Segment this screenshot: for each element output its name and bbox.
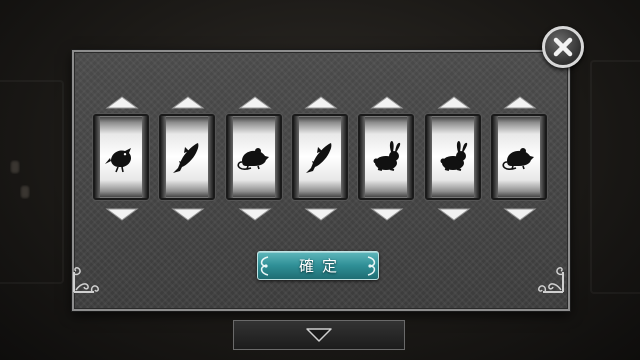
button-ornament-icon <box>260 256 269 276</box>
reel-up-arrow-icon[interactable] <box>503 96 537 109</box>
background-cabinet-panel <box>0 80 64 284</box>
reel-up-arrow-icon[interactable] <box>304 96 338 109</box>
rat-icon <box>237 148 269 170</box>
corner-ornament-icon <box>73 267 99 293</box>
reel-up-arrow-icon[interactable] <box>105 96 139 109</box>
rat-icon <box>502 148 534 170</box>
reel-1[interactable] <box>93 114 149 200</box>
rabbit-icon <box>373 141 401 171</box>
fish-icon <box>173 143 199 173</box>
reel-down-arrow-icon[interactable] <box>105 208 139 221</box>
hide-panel-button[interactable] <box>233 320 405 350</box>
chevron-down-icon <box>306 328 332 342</box>
reel-2[interactable] <box>159 114 216 200</box>
reel-down-arrow-icon[interactable] <box>238 208 272 221</box>
reel-7[interactable] <box>490 114 547 200</box>
confirm-button[interactable]: 確定 <box>257 251 379 280</box>
close-x-icon <box>553 37 573 57</box>
close-button[interactable] <box>542 26 584 68</box>
background-knob <box>20 185 30 199</box>
reel-5[interactable] <box>358 114 415 200</box>
fish-icon <box>305 143 332 173</box>
reel-down-arrow-icon[interactable] <box>304 208 338 221</box>
reel-down-arrow-icon[interactable] <box>370 208 404 221</box>
reel-down-arrow-icon[interactable] <box>171 208 205 221</box>
reel-up-arrow-icon[interactable] <box>436 96 471 109</box>
reel-4[interactable] <box>291 114 348 200</box>
background-knob <box>10 160 20 174</box>
confirm-button-label: 確定 <box>298 257 345 275</box>
button-ornament-icon <box>367 256 376 276</box>
reel-up-arrow-icon[interactable] <box>370 96 404 109</box>
bird-icon <box>105 148 131 173</box>
reel-up-arrow-icon[interactable] <box>238 96 272 109</box>
reel-down-arrow-icon[interactable] <box>436 208 471 221</box>
reel-down-arrow-icon[interactable] <box>503 208 537 221</box>
reel-3[interactable] <box>225 114 282 200</box>
reel-6[interactable] <box>424 114 481 200</box>
corner-ornament-icon <box>538 267 564 293</box>
reel-up-arrow-icon[interactable] <box>171 96 205 109</box>
background-cabinet-panel <box>590 60 640 294</box>
rabbit-icon <box>440 141 467 171</box>
